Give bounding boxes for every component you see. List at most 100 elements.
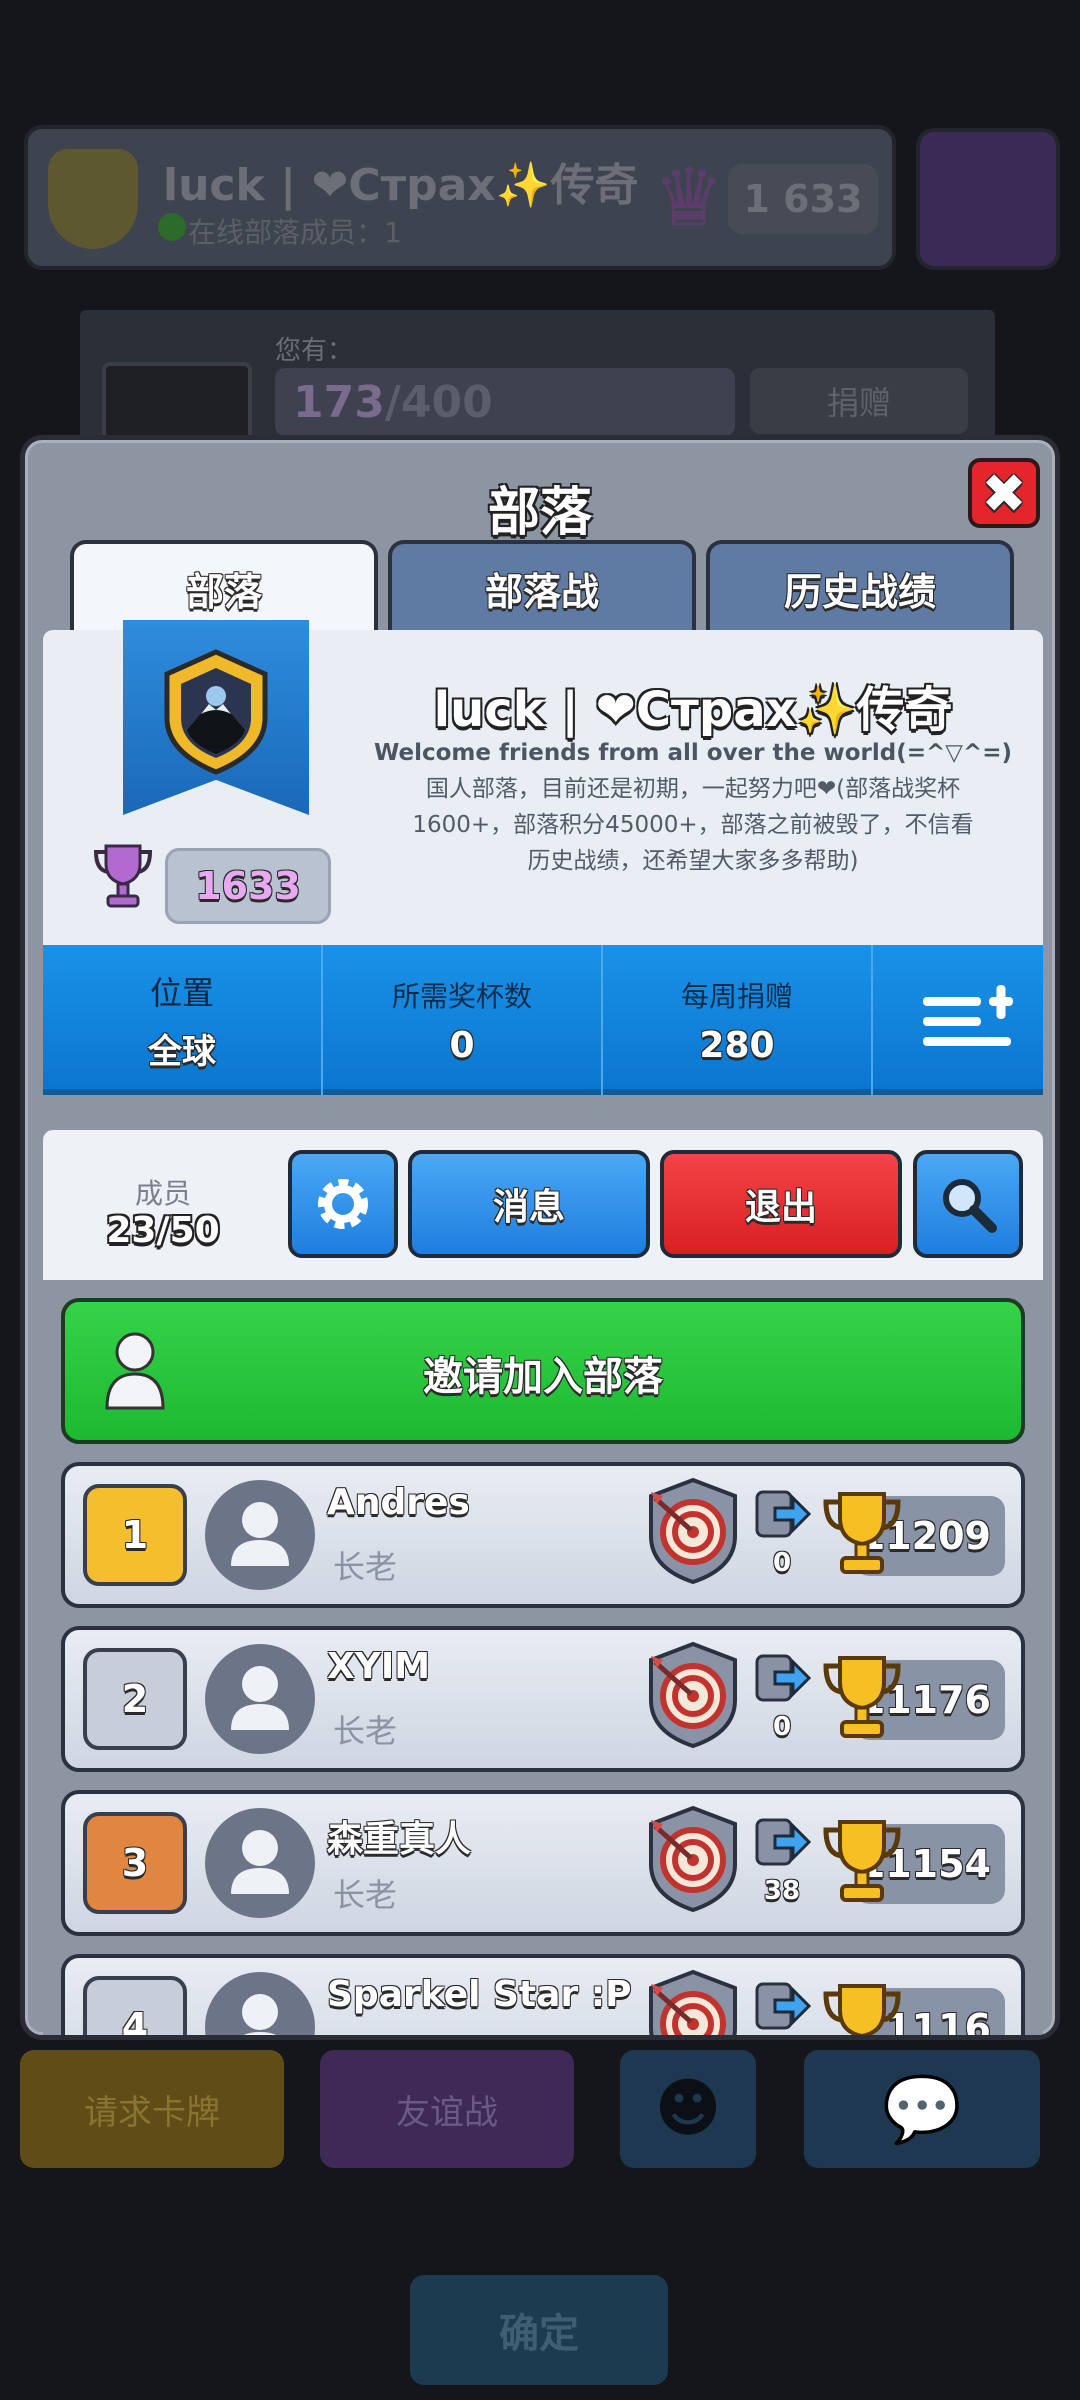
member-row[interactable]: 2 XYIM 长老 0 11176: [61, 1626, 1025, 1772]
member-rank: 4: [83, 1976, 187, 2035]
clan-menu-icon[interactable]: [913, 975, 1023, 1065]
person-icon: [242, 1994, 278, 2035]
have-progress: 173 /400: [275, 368, 735, 436]
bg-trophy-count: 1 633: [728, 164, 878, 234]
messages-button[interactable]: 消息: [408, 1150, 650, 1258]
clan-war-button[interactable]: [916, 128, 1060, 270]
members-count: 23/50: [106, 1210, 220, 1251]
clan-shield-icon: [164, 649, 268, 775]
clan-war-target-icon: [649, 1477, 737, 1585]
donation-icon: [755, 1818, 811, 1866]
member-row[interactable]: 3 森重真人 长老 38 11154: [61, 1790, 1025, 1936]
members-header: 成员 23/50 消息 退出: [43, 1130, 1043, 1280]
donation-icon: [755, 1982, 811, 2030]
clan-trophy-count: 1633: [165, 848, 331, 924]
invite-label: 邀请加入部落: [423, 1354, 663, 1400]
online-members-text: 在线部落成员：1: [188, 216, 402, 249]
chat-button[interactable]: 💬: [804, 2050, 1040, 2168]
clan-war-target-icon: [649, 1969, 737, 2035]
member-row[interactable]: 1 Andres 长老 0 11209: [61, 1462, 1025, 1608]
emote-icon: ☻: [654, 2072, 722, 2146]
member-rank: 2: [83, 1648, 187, 1750]
donation-panel: 您有： 173 /400 捐赠: [80, 310, 995, 442]
weekly-label: 每周捐赠: [680, 979, 793, 1013]
clan-trophy-icon: [93, 844, 153, 908]
clan-stats-bar: 位置 全球 所需奖杯数 0 每周捐赠 280: [43, 945, 1043, 1095]
person-icon: [231, 1502, 289, 1566]
donation-icon: [755, 1490, 811, 1538]
weekly-value: 280: [699, 1024, 775, 1066]
member-row[interactable]: 4 Sparkel Star :P 1116: [61, 1954, 1025, 2035]
tab-war-history[interactable]: 历史战绩: [706, 540, 1014, 632]
location-value: 全球: [148, 1031, 216, 1072]
members-label: 成员: [134, 1177, 191, 1210]
clan-info-card: 1633 luck | ❤Страх✨传奇 Welcome friends fr…: [43, 620, 1043, 945]
member-name: XYIM: [327, 1646, 431, 1687]
member-avatar: [205, 1480, 315, 1590]
clan-description: Welcome friends from all over the world(…: [363, 735, 1023, 879]
invite-button[interactable]: 邀请加入部落: [61, 1298, 1025, 1444]
member-avatar: [205, 1972, 315, 2035]
member-donations: 38: [763, 1876, 801, 1906]
search-button[interactable]: [913, 1150, 1023, 1258]
card-image: [102, 362, 252, 442]
clan-desc-line3: 历史战绩，还希望大家多多帮助): [527, 848, 859, 874]
settings-button[interactable]: [288, 1150, 398, 1258]
gold-trophy-icon: [823, 1656, 901, 1738]
member-name: Sparkel Star :P: [327, 1974, 632, 2015]
stat-required-trophies: 所需奖杯数 0: [323, 945, 603, 1095]
required-label: 所需奖杯数: [391, 979, 532, 1013]
location-label: 位置: [149, 973, 214, 1012]
person-icon: [231, 1666, 289, 1730]
search-icon: [943, 1179, 997, 1233]
emote-button[interactable]: ☻: [620, 2050, 756, 2168]
clan-desc-line1: 国人部落，目前还是初期，一起努力吧❤(部落战奖杯: [425, 776, 961, 802]
member-donations: 0: [772, 1548, 792, 1578]
required-value: 0: [449, 1024, 475, 1066]
friendly-battle-button[interactable]: 友谊战: [320, 2050, 574, 2168]
trophy-icon: ♛: [653, 151, 725, 244]
member-avatar: [205, 1644, 315, 1754]
tab-clan-war[interactable]: 部落战: [388, 540, 696, 632]
clan-war-target-icon: [649, 1641, 737, 1749]
have-max: /400: [384, 376, 493, 428]
clan-desc-en: Welcome friends from all over the world(…: [373, 740, 1013, 766]
gold-trophy-icon: [823, 1820, 901, 1902]
clan-desc-line2: 1600+，部落积分45000+，部落之前被毁了，不信看: [412, 812, 974, 838]
gear-icon: [318, 1179, 368, 1229]
close-icon: ✖: [981, 461, 1027, 525]
member-role: 长老: [333, 1712, 398, 1750]
online-dot-icon: [158, 213, 186, 241]
member-name: Andres: [327, 1482, 470, 1523]
member-list: 邀请加入部落 1 Andres 长老 0 11209 2 XYIM 长老 0 1…: [43, 1280, 1043, 2035]
member-rank: 1: [83, 1484, 187, 1586]
have-label: 您有：: [275, 336, 354, 366]
bg-clan-name: luck | ❤Страх✨传奇: [163, 160, 639, 211]
clan-dialog: 部落 ✖ 部落 部落战 历史战绩 1633 luck | ❤Страх✨传奇 W…: [20, 435, 1060, 2040]
dialog-title: 部落: [487, 483, 592, 543]
leave-clan-button[interactable]: 退出: [660, 1150, 902, 1258]
stat-location: 位置 全球: [43, 945, 323, 1095]
member-role: 长老: [333, 1548, 398, 1586]
clan-war-target-icon: [649, 1805, 737, 1913]
person-icon: [231, 1830, 289, 1894]
bg-donate-button[interactable]: 捐赠: [750, 368, 968, 434]
chat-bubble-icon: 💬: [882, 2072, 962, 2147]
clan-header-bar[interactable]: luck | ❤Страх✨传奇 在线部落成员：1 ♛ 1 633: [24, 125, 896, 270]
tab-bar: 部落 部落战 历史战绩: [70, 540, 1025, 632]
member-donations: 0: [772, 1712, 792, 1742]
request-cards-button[interactable]: 请求卡牌: [20, 2050, 284, 2168]
stat-weekly-donations: 每周捐赠 280: [603, 945, 873, 1095]
member-role: 长老: [333, 1876, 398, 1914]
have-value: 173: [293, 376, 385, 428]
tab-clan[interactable]: 部落: [70, 540, 378, 632]
confirm-button[interactable]: 确定: [410, 2275, 668, 2385]
clan-name: luck | ❤Страх✨传奇: [433, 682, 953, 738]
close-button[interactable]: ✖: [968, 458, 1040, 528]
member-name: 森重真人: [327, 1819, 472, 1860]
clan-badge-icon: [48, 149, 138, 249]
gold-trophy-icon: [823, 1492, 901, 1574]
member-rank: 3: [83, 1812, 187, 1914]
gold-trophy-icon: [823, 1984, 901, 2035]
donation-icon: [755, 1654, 811, 1702]
